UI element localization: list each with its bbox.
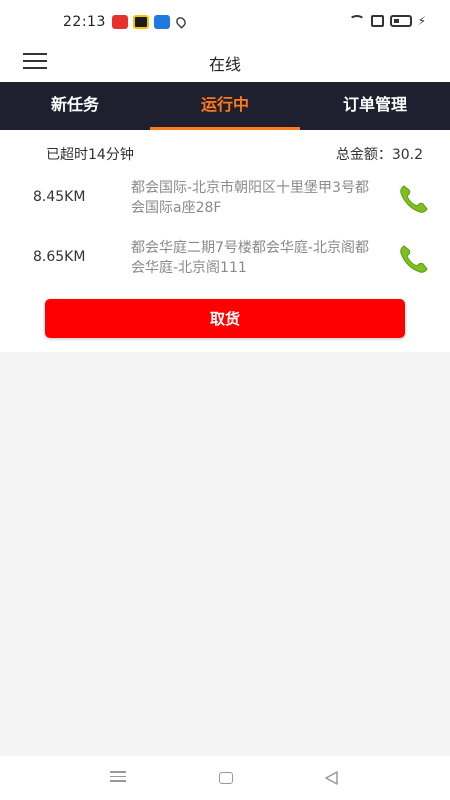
order-distance: 8.65KM: [33, 249, 86, 265]
home-icon[interactable]: [216, 768, 236, 788]
order-address: 都会华庭二期7号楼都会华庭-北京阁都会华庭-北京阁111: [131, 240, 369, 276]
summary-row: 已超时14分钟 总金额：30.2: [0, 130, 450, 174]
location-icon: [174, 15, 188, 29]
system-nav-bar: [0, 756, 450, 800]
order-card: 已超时14分钟 总金额：30.2 8.45KM 都会国际-北京市朝阳区十里堡甲3…: [0, 130, 450, 352]
status-system-icons: ⚡: [348, 14, 426, 28]
app-yellow-icon: [133, 15, 149, 29]
page-title: 在线: [208, 55, 241, 74]
overtime-label: 已超时14分钟: [46, 147, 134, 163]
total-amount: 总金额：30.2: [335, 147, 423, 163]
status-time: 22:13: [63, 14, 106, 30]
sim-icon: [370, 15, 384, 27]
tab-order-management[interactable]: 订单管理: [300, 82, 450, 130]
status-bar: 22:13 ⚡: [0, 0, 450, 40]
back-icon[interactable]: [322, 768, 342, 788]
tab-bar: 新任务 运行中 订单管理: [0, 82, 450, 130]
phone-icon[interactable]: [398, 183, 430, 215]
recent-apps-icon[interactable]: [108, 768, 128, 788]
charging-icon: ⚡: [417, 14, 426, 28]
order-address: 都会国际-北京市朝阳区十里堡甲3号都会国际a座28F: [131, 180, 369, 216]
top-bar: 在线: [0, 40, 450, 82]
battery-icon: [389, 15, 412, 27]
pickup-button[interactable]: 取货: [45, 299, 405, 338]
status-app-icons: [112, 15, 188, 29]
tab-in-progress[interactable]: 运行中: [150, 82, 300, 130]
order-item: 8.65KM 都会华庭二期7号楼都会华庭-北京阁都会华庭-北京阁111: [0, 229, 450, 289]
wifi-icon: [348, 15, 365, 27]
order-item: 8.45KM 都会国际-北京市朝阳区十里堡甲3号都会国际a座28F: [0, 169, 450, 229]
app-red-icon: [112, 15, 128, 29]
order-distance: 8.45KM: [33, 189, 86, 205]
tab-new-tasks[interactable]: 新任务: [0, 82, 150, 130]
phone-icon[interactable]: [398, 243, 430, 275]
app-blue-icon: [154, 15, 170, 29]
